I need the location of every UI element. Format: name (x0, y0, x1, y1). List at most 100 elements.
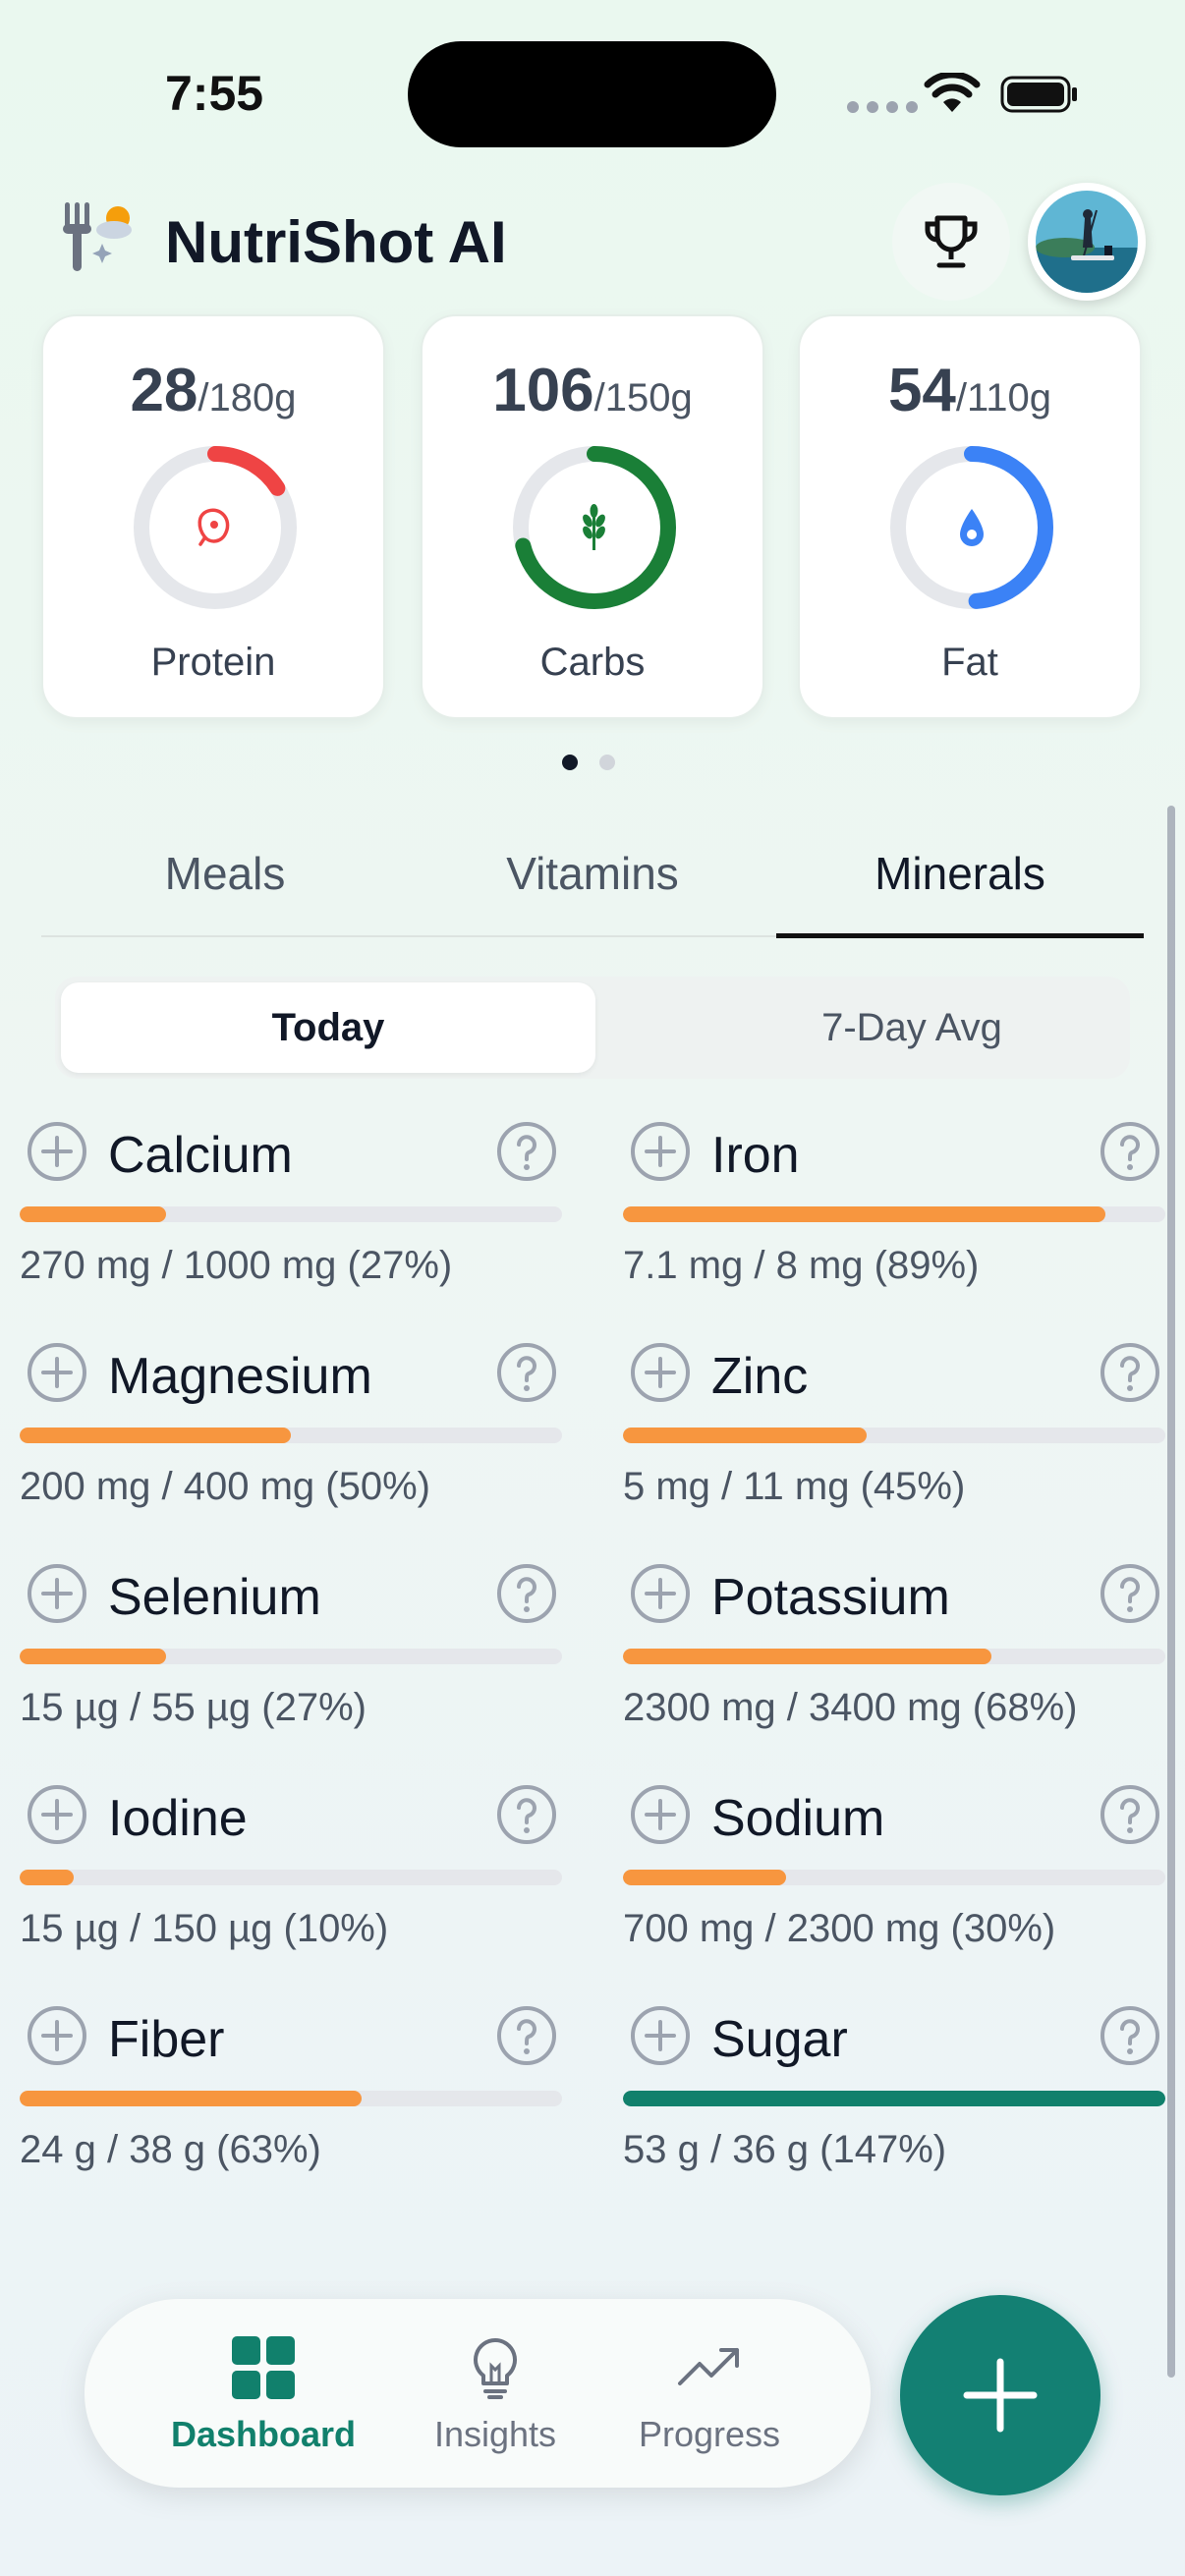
add-icon[interactable] (26, 1120, 88, 1183)
progress-fill (20, 1428, 291, 1443)
add-icon[interactable] (26, 1562, 88, 1625)
mineral-item-sodium: Sodium 700 mg / 2300 mg (30%) (623, 1783, 1165, 1980)
add-icon[interactable] (629, 2004, 692, 2067)
mineral-item-sugar: Sugar 53 g / 36 g (147%) (623, 2004, 1165, 2201)
avatar-image (1036, 191, 1138, 293)
help-icon[interactable] (1099, 2004, 1161, 2067)
scrollbar[interactable] (1167, 806, 1175, 2378)
macro-goal: /110g (955, 376, 1052, 420)
add-icon[interactable] (629, 1120, 692, 1183)
mineral-name: Iron (711, 1127, 800, 1184)
progress-bar (623, 1206, 1165, 1222)
macro-ring (890, 446, 1053, 609)
mineral-item-fiber: Fiber 24 g / 38 g (63%) (20, 2004, 562, 2201)
achievements-button[interactable] (892, 183, 1010, 301)
macro-label: Fat (941, 641, 998, 684)
help-icon[interactable] (1099, 1562, 1161, 1625)
add-icon[interactable] (26, 1783, 88, 1846)
help-icon[interactable] (495, 1562, 558, 1625)
progress-fill (20, 1206, 167, 1222)
help-icon[interactable] (1099, 1341, 1161, 1404)
mineral-detail: 5 mg / 11 mg (45%) (623, 1465, 966, 1508)
mineral-name: Zinc (711, 1348, 809, 1405)
add-icon[interactable] (629, 1562, 692, 1625)
macro-card-protein[interactable]: 28/180g Protein (41, 314, 385, 719)
mineral-name: Magnesium (108, 1348, 372, 1405)
meat-icon (198, 508, 230, 546)
lightbulb-icon (474, 2338, 517, 2399)
mineral-item-iodine: Iodine 15 µg / 150 µg (10%) (20, 1783, 562, 1980)
tab-minerals[interactable]: Minerals (776, 847, 1144, 900)
macro-goal: /150g (593, 376, 693, 420)
add-meal-button[interactable] (900, 2295, 1100, 2495)
nav-insights-label: Insights (433, 2414, 557, 2454)
mineral-detail: 200 mg / 400 mg (50%) (20, 1465, 430, 1508)
wheat-icon (583, 504, 605, 550)
app-title: NutriShot AI (165, 209, 507, 275)
mineral-item-calcium: Calcium 270 mg / 1000 mg (27%) (20, 1120, 562, 1316)
progress-fill (623, 2091, 1165, 2106)
progress-bar (623, 2091, 1165, 2106)
mineral-detail: 2300 mg / 3400 mg (68%) (623, 1686, 1078, 1729)
dashboard-icon (232, 2336, 295, 2399)
progress-bar (20, 1206, 562, 1222)
progress-bar (20, 1649, 562, 1664)
page-indicator[interactable] (562, 755, 615, 770)
progress-bar (20, 2091, 562, 2106)
progress-fill (623, 1206, 1106, 1222)
trophy-icon (925, 215, 978, 268)
segment-today[interactable]: Today (61, 982, 595, 1073)
help-icon[interactable] (495, 1783, 558, 1846)
progress-fill (623, 1870, 786, 1885)
add-icon[interactable] (26, 1341, 88, 1404)
progress-fill (20, 1870, 75, 1885)
mineral-item-zinc: Zinc 5 mg / 11 mg (45%) (623, 1341, 1165, 1538)
dynamic-island (408, 41, 776, 147)
macro-label: Carbs (539, 641, 646, 684)
add-icon[interactable] (629, 1783, 692, 1846)
help-icon[interactable] (1099, 1120, 1161, 1183)
progress-fill (20, 1649, 167, 1664)
macro-label: Protein (150, 641, 276, 684)
mineral-name: Sugar (711, 2011, 848, 2068)
add-icon[interactable] (629, 1341, 692, 1404)
help-icon[interactable] (1099, 1783, 1161, 1846)
profile-avatar[interactable] (1028, 183, 1146, 301)
tab-meals[interactable]: Meals (41, 847, 409, 900)
add-icon[interactable] (26, 2004, 88, 2067)
trend-up-icon (678, 2348, 739, 2385)
mineral-item-magnesium: Magnesium 200 mg / 400 mg (50%) (20, 1341, 562, 1538)
progress-bar (623, 1870, 1165, 1885)
battery-icon (1000, 76, 1077, 113)
macro-card-fat[interactable]: 54/110g Fat (798, 314, 1142, 719)
plus-icon (963, 2358, 1038, 2433)
status-time: 7:55 (165, 66, 264, 121)
mineral-name: Sodium (711, 1790, 885, 1847)
progress-fill (20, 2091, 362, 2106)
help-icon[interactable] (495, 2004, 558, 2067)
help-icon[interactable] (495, 1120, 558, 1183)
progress-bar (623, 1649, 1165, 1664)
tab-vitamins[interactable]: Vitamins (409, 847, 776, 900)
segment-7-day-avg[interactable]: 7-Day Avg (645, 982, 1179, 1073)
mineral-detail: 15 µg / 150 µg (10%) (20, 1907, 389, 1950)
wifi-icon (924, 73, 981, 112)
mineral-name: Fiber (108, 2011, 225, 2068)
macro-ring (134, 446, 297, 609)
period-toggle: Today 7-Day Avg (55, 977, 1130, 1079)
mineral-detail: 53 g / 36 g (147%) (623, 2128, 947, 2171)
mineral-name: Iodine (108, 1790, 248, 1847)
nav-progress[interactable]: Progress (611, 2334, 808, 2455)
mineral-item-selenium: Selenium 15 µg / 55 µg (27%) (20, 1562, 562, 1759)
mineral-detail: 700 mg / 2300 mg (30%) (623, 1907, 1056, 1950)
progress-bar (20, 1428, 562, 1443)
help-icon[interactable] (495, 1341, 558, 1404)
macro-value: 28 (130, 357, 198, 424)
bottom-navigation: Dashboard Insights Progress (85, 2299, 871, 2488)
nav-dashboard[interactable]: Dashboard (165, 2334, 362, 2455)
mineral-detail: 24 g / 38 g (63%) (20, 2128, 321, 2171)
mineral-name: Selenium (108, 1569, 321, 1626)
macro-card-carbs[interactable]: 106/150g Carbs (421, 314, 764, 719)
nav-dashboard-label: Dashboard (170, 2414, 357, 2454)
nav-insights[interactable]: Insights (397, 2334, 593, 2455)
